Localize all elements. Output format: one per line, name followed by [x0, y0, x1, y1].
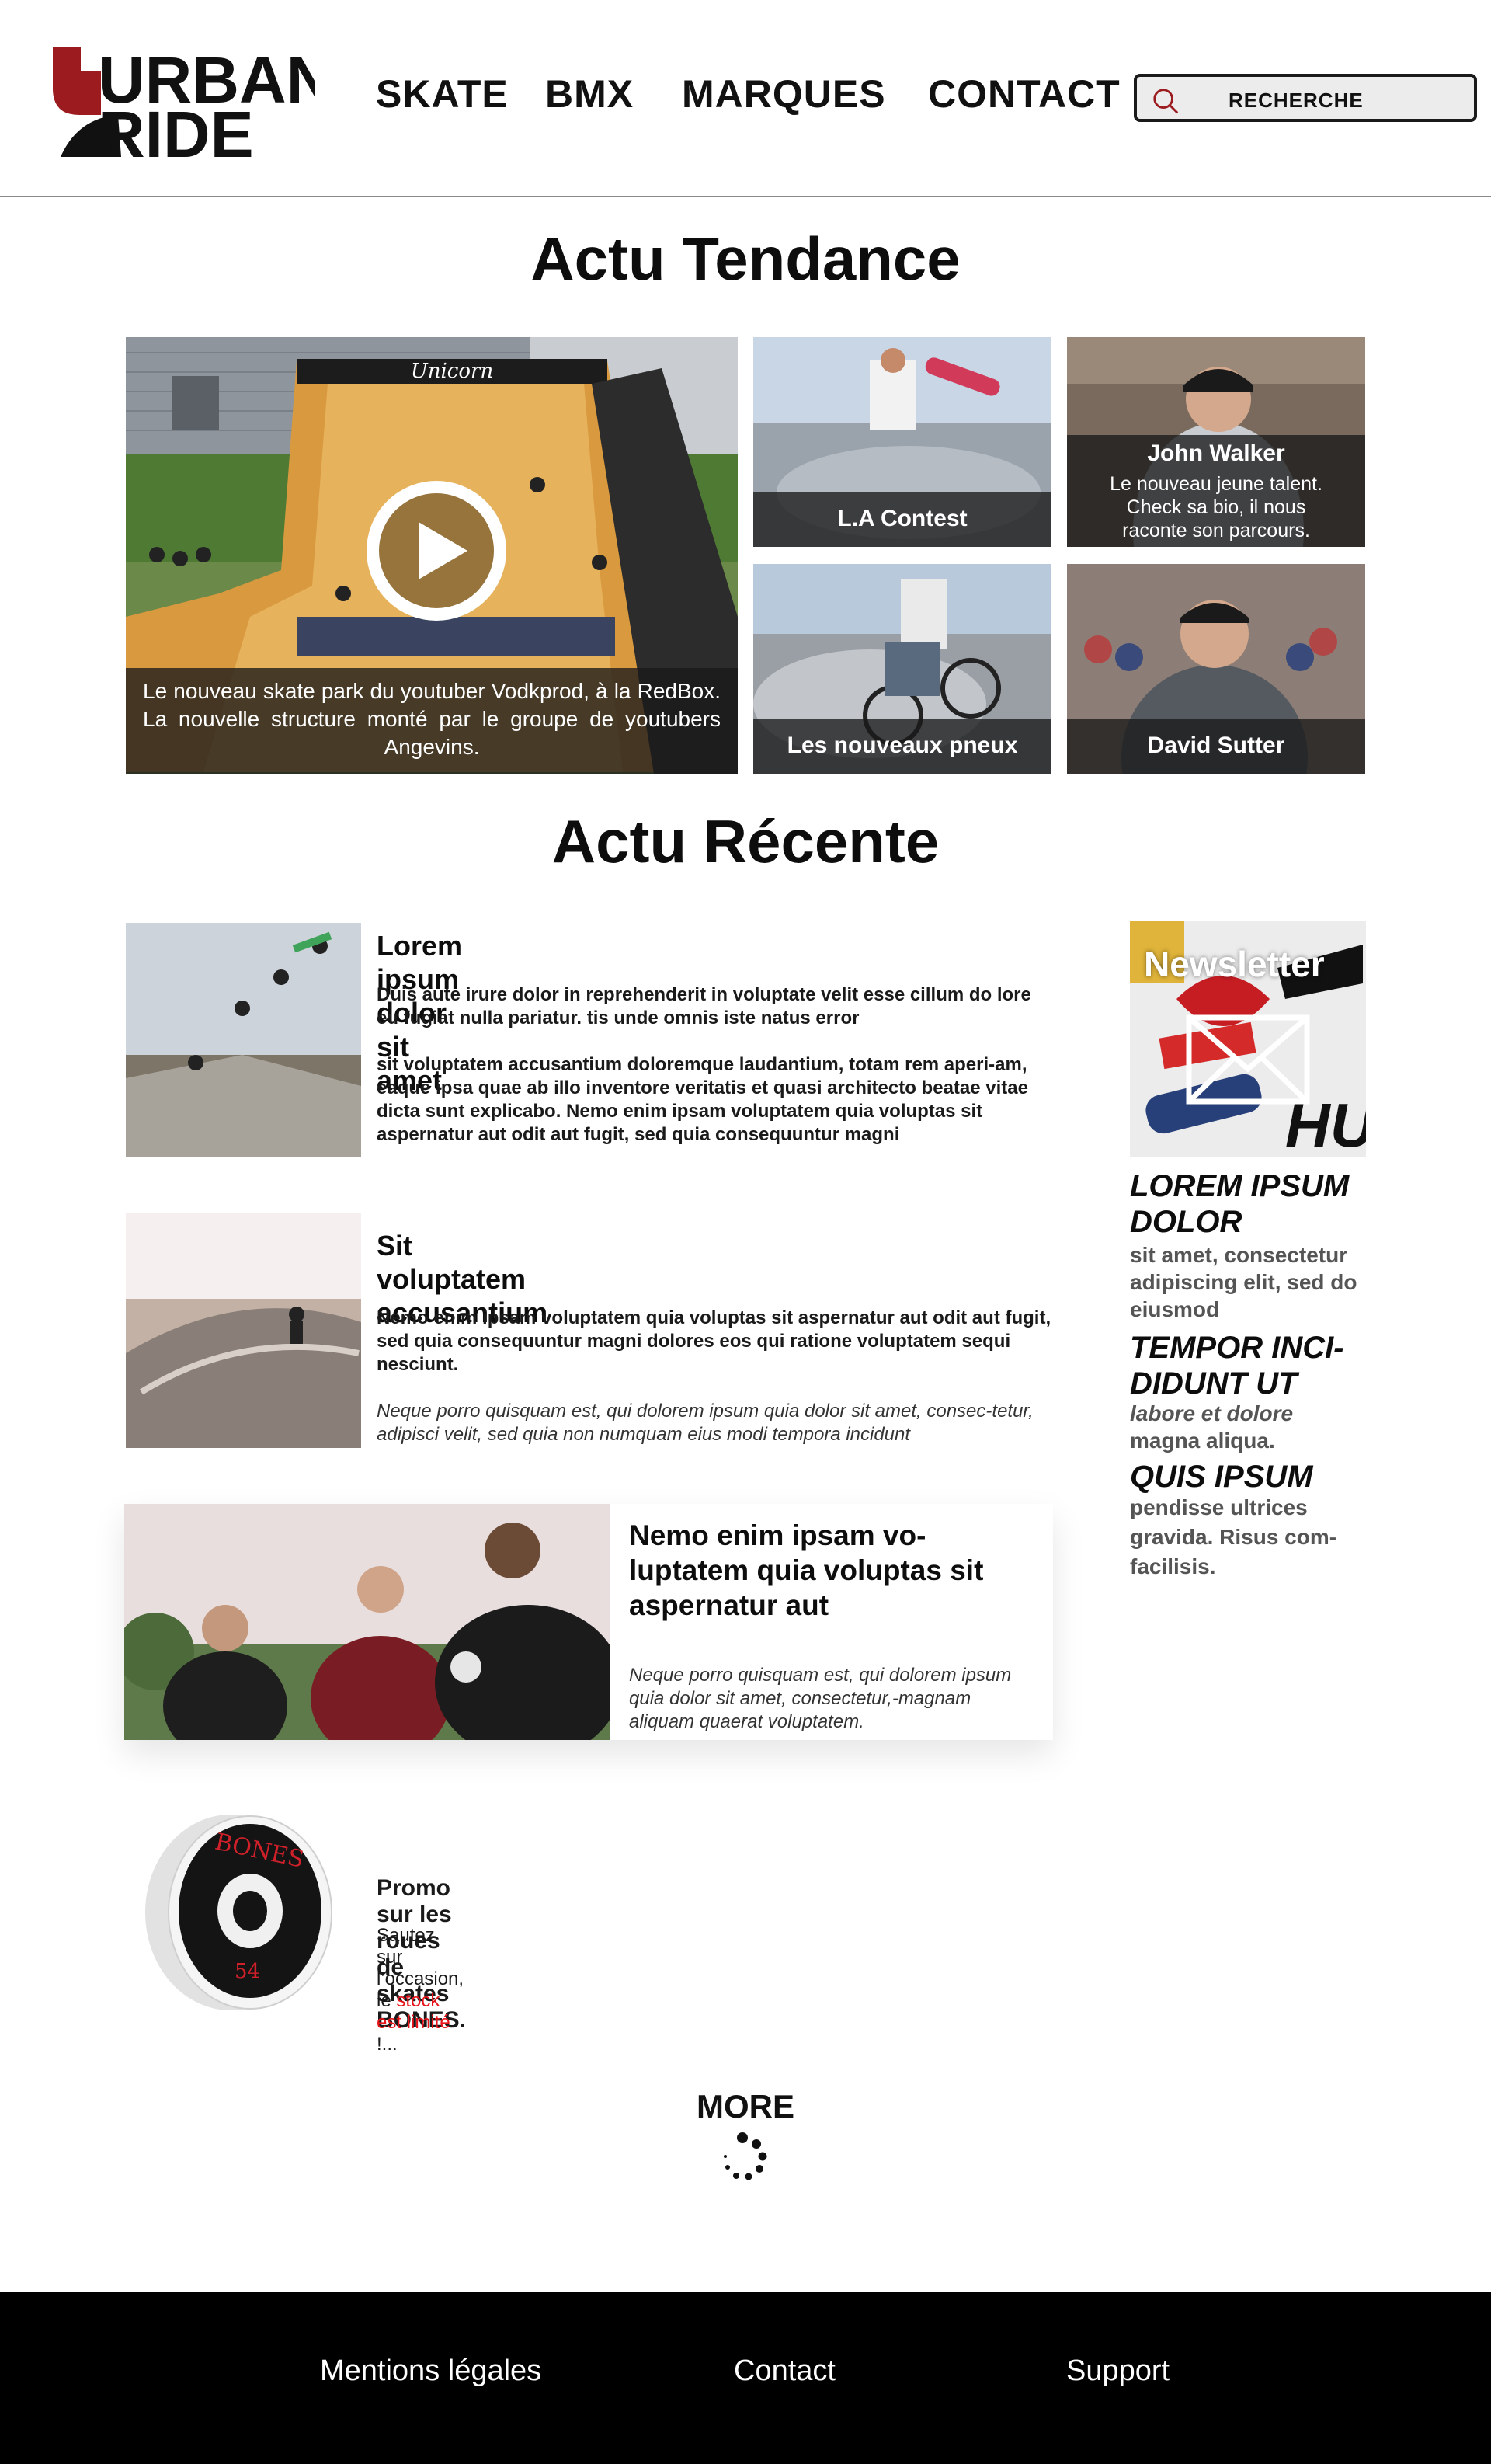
play-icon[interactable] [363, 477, 510, 625]
article-image [126, 923, 361, 1157]
sidebar-heading: LOREM IPSUM DOLOR [1130, 1169, 1350, 1239]
article-image [124, 1504, 610, 1740]
sidebar-heading: QUIS IPSUM [1130, 1460, 1313, 1494]
article-body: Nemo enim ipsam voluptatem quia voluptas… [377, 1307, 1051, 1375]
tile-caption: John Walker Le nouveau jeune talent. Che… [1067, 435, 1365, 547]
article-card[interactable]: Nemo enim ipsam vo-luptatem quia volupta… [124, 1504, 1053, 1740]
promo-text: Sautez sur l’occasion, le stock est limi… [377, 1925, 464, 2055]
nav-contact[interactable]: CONTACT [928, 71, 1121, 117]
tile-text: Le nouveau jeune talent. Check sa bio, i… [1110, 473, 1322, 541]
promo-text-after: !... [377, 2034, 398, 2055]
featured-caption: Le nouveau skate park du youtuber Vodkpr… [126, 668, 738, 774]
section-title-tendance: Actu Tendance [530, 224, 961, 293]
wheel-size: 54 [235, 1960, 260, 1983]
mail-icon [1186, 1014, 1310, 1105]
more-button[interactable]: MORE [0, 2088, 1491, 2125]
nav-marques[interactable]: MARQUES [682, 71, 886, 117]
tile-caption: Les nouveaux pneux [753, 719, 1051, 774]
urban-ride-logo[interactable]: URBAN RIDE [47, 40, 315, 165]
more-label: MORE [697, 2088, 794, 2125]
tile-david-sutter[interactable]: David Sutter [1067, 564, 1365, 774]
tile-caption: David Sutter [1067, 719, 1365, 774]
footer-contact[interactable]: Contact [734, 2354, 836, 2388]
article-image [126, 1213, 361, 1448]
article-title[interactable]: Nemo enim ipsam vo-luptatem quia volupta… [629, 1518, 1033, 1623]
tile-nouveaux-pneux[interactable]: Les nouveaux pneux [753, 564, 1051, 774]
site-footer: Mentions légales Contact Support [0, 2292, 1491, 2464]
footer-support[interactable]: Support [1066, 2354, 1170, 2388]
newsletter-title: Newsletter [1144, 944, 1325, 984]
tile-title: John Walker [1147, 440, 1285, 466]
logo-line2: RIDE [98, 98, 254, 165]
article-body-italic: Neque porro quisquam est, qui dolorem ip… [629, 1665, 1012, 1732]
bones-wheel-image: BONES 54 [145, 1815, 332, 2010]
sidebar-text: sit amet, consectetur adipiscing elit, s… [1130, 1243, 1357, 1321]
nav-bmx[interactable]: BMX [545, 71, 634, 117]
section-title-recente: Actu Récente [551, 807, 940, 875]
search-input[interactable]: RECHERCHE [1134, 74, 1477, 122]
tile-title: David Sutter [1147, 733, 1285, 758]
tile-title: L.A Contest [837, 506, 968, 531]
loading-spinner-icon [724, 2132, 767, 2180]
site-header: URBAN RIDE SKATE BMX MARQUES CONTACT REC… [0, 0, 1491, 197]
featured-video-tile[interactable]: Unicorn Le nouveau skate park du youtube… [126, 337, 738, 774]
article-body: sit voluptatem accusantium doloremque la… [377, 1054, 1028, 1145]
nav-skate[interactable]: SKATE [376, 71, 509, 117]
tile-la-contest[interactable]: L.A Contest [753, 337, 1051, 547]
sidebar-text-italic: labore et dolore [1130, 1401, 1294, 1425]
search-icon [1153, 89, 1179, 114]
tile-john-walker[interactable]: John Walker Le nouveau jeune talent. Che… [1067, 337, 1365, 547]
search-placeholder: RECHERCHE [1229, 89, 1364, 112]
sidebar-text: magna aliqua. [1130, 1429, 1275, 1453]
sidebar-heading: TEMPOR INCI-DIDUNT UT [1130, 1331, 1344, 1401]
tile-title: Les nouveaux pneux [787, 733, 1018, 758]
article-body-italic: Neque porro quisquam est, qui dolorem ip… [377, 1401, 1034, 1445]
sidebar-text: pendisse ultrices gravida. Risus com-fac… [1130, 1495, 1337, 1578]
ramp-sign-text: Unicorn [411, 360, 493, 383]
tile-caption: L.A Contest [753, 492, 1051, 547]
article-body: Duis aute irure dolor in reprehenderit i… [377, 984, 1031, 1028]
newsletter-box[interactable]: HU Newsletter [1130, 921, 1366, 1157]
featured-caption-text: Le nouveau skate park du youtuber Vodkpr… [143, 679, 721, 759]
footer-mentions-legales[interactable]: Mentions légales [320, 2354, 541, 2388]
